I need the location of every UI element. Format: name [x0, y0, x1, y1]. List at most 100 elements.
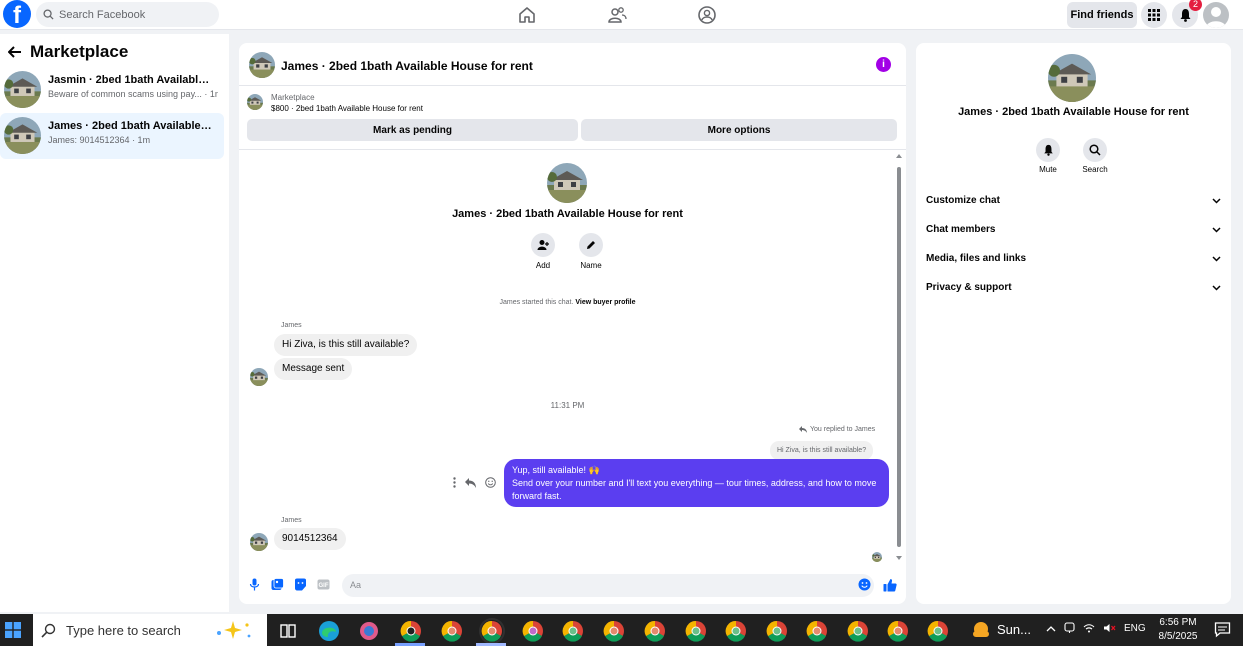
- section-label: Media, files and links: [926, 253, 1027, 264]
- mute-button[interactable]: [1036, 138, 1060, 162]
- notification-count-badge: 2: [1189, 0, 1202, 11]
- input-language[interactable]: ENG: [1124, 623, 1146, 634]
- replied-label: You replied to James: [810, 426, 876, 433]
- conversation-item-jasmin[interactable]: Jasmin · 2bed 1bath Available Hou... Bew…: [0, 67, 224, 113]
- groups-icon[interactable]: [697, 5, 717, 25]
- listing-price-title[interactable]: $800 · 2bed 1bath Available House for re…: [271, 104, 423, 113]
- conversation-item-james[interactable]: James · 2bed 1bath Available Hous... Jam…: [0, 113, 224, 159]
- weather-text: Sun...: [997, 621, 1031, 637]
- listing-thumbnail[interactable]: [249, 52, 275, 78]
- outgoing-message[interactable]: Yup, still available! 🙌 Send over your n…: [504, 459, 889, 507]
- chrome-browser-icon[interactable]: [887, 620, 909, 642]
- chat-members-row[interactable]: Chat members: [926, 224, 1221, 235]
- search-placeholder: Search Facebook: [59, 8, 146, 21]
- chrome-browser-icon[interactable]: [441, 620, 463, 642]
- marketplace-inbox-sidebar: Marketplace Jasmin · 2bed 1bath Availabl…: [0, 34, 229, 612]
- edge-browser-icon[interactable]: [318, 620, 340, 642]
- thread-title: James · 2bed 1bath Available House for r…: [452, 208, 683, 220]
- conversation-title: Jasmin · 2bed 1bath Available Hou...: [48, 74, 213, 86]
- message-input[interactable]: Aa: [342, 574, 874, 597]
- conversation-preview: James: 9014512364 · 1m: [48, 135, 151, 145]
- customize-chat-row[interactable]: Customize chat: [926, 195, 1221, 206]
- chrome-browser-icon[interactable]: [400, 620, 422, 642]
- chevron-up-icon[interactable]: [1046, 625, 1056, 632]
- add-label: Add: [535, 261, 551, 270]
- chrome-browser-icon[interactable]: [522, 620, 544, 642]
- emoji-icon[interactable]: [858, 578, 871, 591]
- incoming-message[interactable]: Message sent: [274, 358, 353, 380]
- search-facebook-input[interactable]: Search Facebook: [36, 2, 219, 27]
- incoming-message[interactable]: 9014512364: [274, 528, 346, 550]
- seen-indicator-avatar: [872, 552, 882, 562]
- listing-thumbnail: [247, 94, 263, 110]
- chevron-down-icon: [1212, 284, 1221, 291]
- message-timestamp: 11:31 PM: [550, 401, 585, 410]
- windows-start-icon[interactable]: [5, 622, 21, 638]
- message-scrollbar[interactable]: [896, 153, 902, 563]
- meet-now-icon[interactable]: [1064, 622, 1075, 634]
- more-options-button[interactable]: More options: [581, 119, 897, 141]
- message-actions: [453, 477, 496, 488]
- privacy-support-row[interactable]: Privacy & support: [926, 282, 1221, 293]
- search-in-conversation-button[interactable]: [1083, 138, 1107, 162]
- reply-arrow-icon: [799, 426, 807, 433]
- action-center-icon[interactable]: [1214, 621, 1231, 638]
- thumbs-up-like-icon[interactable]: [883, 578, 897, 592]
- friends-icon[interactable]: [607, 5, 627, 25]
- chrome-browser-icon[interactable]: [806, 620, 828, 642]
- more-actions-icon[interactable]: [453, 477, 456, 488]
- chat-started-notice: James started this chat. View buyer prof…: [239, 299, 896, 306]
- sender-avatar[interactable]: [250, 368, 268, 386]
- facebook-logo[interactable]: f: [3, 0, 31, 28]
- quoted-reply-preview[interactable]: Hi Ziva, is this still available?: [770, 441, 874, 460]
- reply-icon[interactable]: [465, 477, 476, 488]
- replied-to-notice: You replied to James: [799, 426, 875, 433]
- page-title: Marketplace: [30, 42, 129, 61]
- chat-header: James · 2bed 1bath Available House for r…: [239, 43, 906, 86]
- scrollbar-thumb[interactable]: [897, 167, 901, 547]
- menu-grid-icon[interactable]: [1141, 2, 1167, 28]
- mark-as-pending-button[interactable]: Mark as pending: [247, 119, 578, 141]
- edit-name-button[interactable]: [579, 233, 603, 257]
- chrome-browser-icon[interactable]: [766, 620, 788, 642]
- snipping-tool-icon[interactable]: [358, 620, 380, 642]
- task-view-icon[interactable]: [277, 620, 299, 642]
- microphone-icon[interactable]: [248, 578, 261, 591]
- chrome-browser-icon[interactable]: [644, 620, 666, 642]
- profile-avatar[interactable]: [1203, 2, 1229, 28]
- conversation-info-icon[interactable]: i: [876, 57, 891, 72]
- home-icon[interactable]: [517, 5, 537, 25]
- back-arrow-icon[interactable]: [8, 45, 22, 59]
- react-emoji-icon[interactable]: [485, 477, 496, 488]
- chat-title[interactable]: James · 2bed 1bath Available House for r…: [281, 59, 533, 73]
- add-people-button[interactable]: [531, 233, 555, 257]
- chrome-browser-icon[interactable]: [603, 620, 625, 642]
- chrome-browser-icon[interactable]: [685, 620, 707, 642]
- volume-muted-icon[interactable]: [1103, 623, 1116, 633]
- clock-time: 6:56 PM: [1159, 617, 1197, 628]
- incoming-message[interactable]: Hi Ziva, is this still available?: [274, 334, 418, 356]
- media-files-links-row[interactable]: Media, files and links: [926, 253, 1221, 264]
- chrome-browser-icon[interactable]: [847, 620, 869, 642]
- search-icon: [43, 9, 54, 20]
- listing-source-label: Marketplace: [271, 93, 315, 102]
- taskbar-search-box[interactable]: Type here to search: [33, 614, 267, 646]
- chrome-browser-icon[interactable]: [481, 620, 503, 642]
- sticker-icon[interactable]: [294, 578, 307, 591]
- chevron-down-icon: [1212, 226, 1221, 233]
- gif-icon[interactable]: GIF: [317, 578, 330, 591]
- taskbar-clock[interactable]: 6:56 PM 8/5/2025: [1152, 616, 1204, 644]
- view-buyer-profile-link[interactable]: View buyer profile: [575, 299, 635, 306]
- chrome-browser-icon[interactable]: [927, 620, 949, 642]
- chat-panel: James · 2bed 1bath Available House for r…: [239, 43, 906, 604]
- top-navigation-bar: f Search Facebook Find friends 2: [0, 0, 1243, 30]
- wifi-icon[interactable]: [1083, 623, 1095, 633]
- name-label: Name: [580, 261, 602, 270]
- weather-widget[interactable]: Sun...: [971, 620, 1031, 638]
- chrome-browser-icon[interactable]: [725, 620, 747, 642]
- find-friends-button[interactable]: Find friends: [1067, 2, 1137, 28]
- photo-icon[interactable]: [271, 578, 284, 591]
- sender-avatar[interactable]: [250, 533, 268, 551]
- chevron-down-icon: [1212, 197, 1221, 204]
- chrome-browser-icon[interactable]: [562, 620, 584, 642]
